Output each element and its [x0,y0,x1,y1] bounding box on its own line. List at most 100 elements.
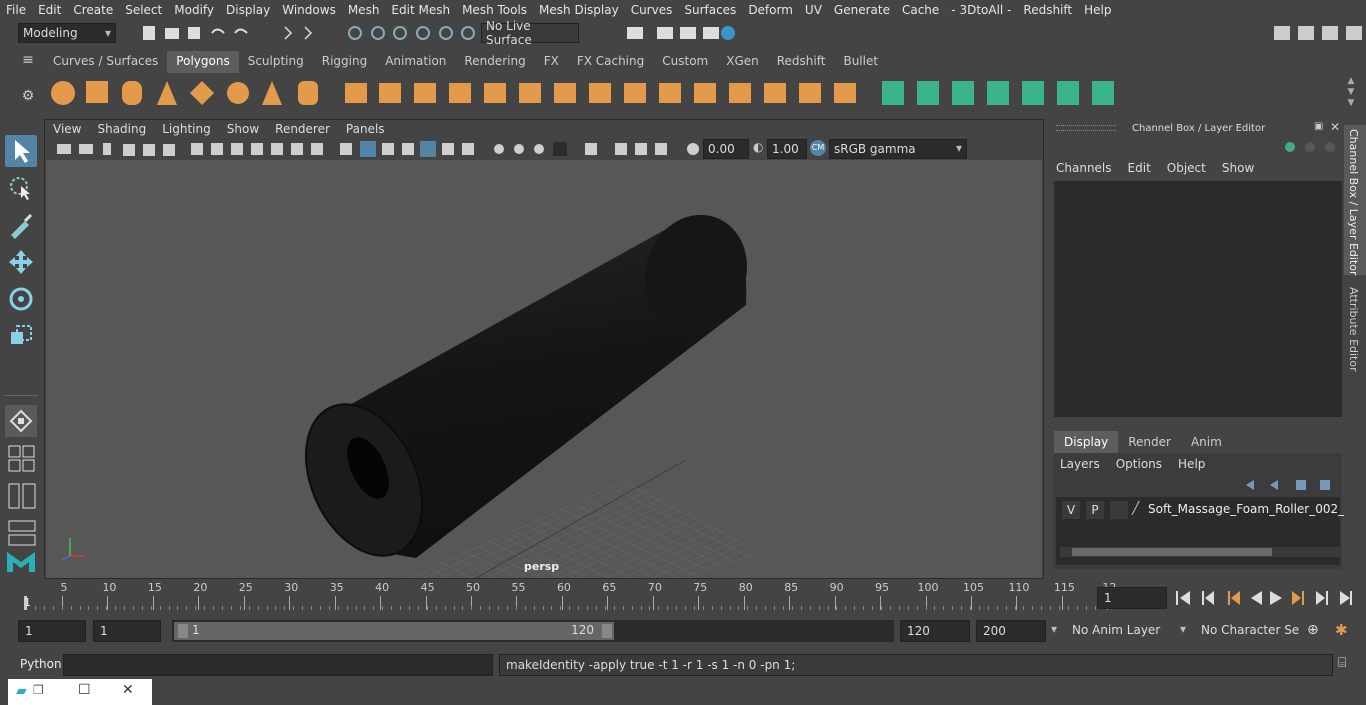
layer-row[interactable]: V P ╱ Soft_Massage_Foam_Roller_002_layer [1060,501,1366,521]
layer-menu-layers[interactable]: Layers [1060,457,1100,471]
menu-redshift[interactable]: Redshift [1017,3,1078,17]
layer-tab-anim[interactable]: Anim [1181,431,1232,453]
menu-deform[interactable]: Deform [742,3,799,17]
range-handle-start-grip[interactable] [178,624,188,638]
shelf-tab-redshift[interactable]: Redshift [768,51,835,73]
shelf-tab-polygons[interactable]: Polygons [167,51,239,73]
range-slider[interactable]: 1 120 [172,620,894,642]
shelf-tab-sculpting[interactable]: Sculpting [239,51,313,73]
viewport-menu-panels[interactable]: Panels [338,120,393,138]
playback-end-field[interactable]: 120 [900,620,970,642]
menu-uv[interactable]: UV [799,3,828,17]
menu-help[interactable]: Help [1078,3,1117,17]
channel-list[interactable] [1054,181,1342,417]
tab-attribute-editor[interactable]: Attribute Editor [1344,281,1366,381]
viewport-menu-lighting[interactable]: Lighting [154,120,219,138]
3d-viewport[interactable]: persp [46,160,1042,578]
menu-curves[interactable]: Curves [625,3,679,17]
channel-menu-edit[interactable]: Edit [1128,161,1151,175]
menu-surfaces[interactable]: Surfaces [678,3,742,17]
restore-icon[interactable]: ❐ [33,683,44,697]
color-management-icon[interactable]: CM [810,140,826,156]
exposure-field[interactable]: 0.00 [703,139,749,159]
menu-select[interactable]: Select [119,3,168,17]
gamma-field[interactable]: 1.00 [767,139,807,159]
mode-selector[interactable]: Modeling ▾ [18,23,116,43]
layer-menu-help[interactable]: Help [1178,457,1205,471]
shelf-tab-rendering[interactable]: Rendering [455,51,534,73]
close-icon[interactable]: ✕ [1330,120,1340,134]
menu-mesh[interactable]: Mesh [342,3,386,17]
animation-end-field[interactable]: 200 [976,620,1046,642]
menu-create[interactable]: Create [67,3,119,17]
menu-edit-mesh[interactable]: Edit Mesh [385,3,456,17]
animation-start-field[interactable]: 1 [18,620,86,642]
layer-playback-toggle[interactable]: P [1086,501,1104,519]
live-surface-field[interactable]: No Live Surface [481,19,579,47]
menu-edit[interactable]: Edit [32,3,67,17]
menu-file[interactable]: File [0,3,32,17]
layer-tab-render[interactable]: Render [1118,431,1181,453]
current-frame-field[interactable]: 1 [1097,587,1167,609]
menu-modify[interactable]: Modify [168,3,220,17]
auto-key-icon[interactable]: ⊕ [1307,622,1325,640]
colorspace-dropdown[interactable]: sRGB gamma ▾ [829,139,967,159]
close-icon[interactable]: ✕ [122,682,134,698]
shelf-tab-curves-surfaces[interactable]: Curves / Surfaces [44,51,167,73]
lasso-tool-icon[interactable] [5,172,37,204]
tab-channel-box[interactable]: Channel Box / Layer Editor [1344,125,1366,276]
shelf-tab-xgen[interactable]: XGen [717,51,768,73]
menu-display[interactable]: Display [220,3,276,17]
channel-menu-channels[interactable]: Channels [1056,161,1112,175]
shelf-menu-icon[interactable]: ≡ [18,52,38,72]
scale-tool-icon[interactable] [5,320,37,352]
rotate-tool-icon[interactable] [5,283,37,315]
anim-layer-dropdown[interactable]: No Anim Layer [1066,620,1170,642]
menu-mesh-display[interactable]: Mesh Display [533,3,625,17]
layer-type-toggle[interactable] [1110,501,1128,519]
panel-drag-handle[interactable] [1056,125,1116,131]
command-language-label[interactable]: Python [20,657,62,671]
layer-scrollbar-thumb[interactable] [1072,548,1272,556]
select-tool-icon[interactable] [5,135,37,167]
layer-color-swatch[interactable]: ╱ [1132,501,1146,519]
playback-start-field[interactable]: 1 [93,620,161,642]
layout-single-icon[interactable] [5,405,37,437]
menu-mesh-tools[interactable]: Mesh Tools [456,3,533,17]
menu-cache[interactable]: Cache [896,3,945,17]
menu-generate[interactable]: Generate [828,3,896,17]
shelf-tab-animation[interactable]: Animation [376,51,455,73]
minimized-window[interactable]: ▰ ❐ ☐ ✕ [8,679,152,705]
float-panel-icon[interactable]: ▣ [1314,121,1323,132]
character-set-dropdown[interactable]: No Character Set [1195,620,1299,642]
viewport-menu-show[interactable]: Show [219,120,267,138]
viewport-menu-shading[interactable]: Shading [89,120,154,138]
chevron-down-icon[interactable]: ▾ [1180,622,1186,636]
shelf-settings-icon[interactable]: ⚙ [18,88,38,108]
paint-select-tool-icon[interactable] [5,209,37,241]
menu--3dtoall-[interactable]: - 3DtoAll - [945,3,1017,17]
move-tool-icon[interactable] [5,246,37,278]
script-editor-icon[interactable]: ⌸ [1338,655,1358,675]
shelf-tab-bullet[interactable]: Bullet [834,51,887,73]
shelf-tab-rigging[interactable]: Rigging [313,51,376,73]
viewport-menu-renderer[interactable]: Renderer [267,120,338,138]
layer-menu-options[interactable]: Options [1116,457,1162,471]
layer-tab-display[interactable]: Display [1054,431,1119,453]
animation-preferences-icon[interactable]: ✱ [1335,621,1355,641]
command-input[interactable] [63,654,493,676]
shelf-tab-custom[interactable]: Custom [653,51,717,73]
viewport-menu-view[interactable]: View [45,120,89,138]
layout-four-icon[interactable] [5,442,37,474]
range-slider-handle[interactable]: 1 120 [174,622,614,640]
range-handle-end-grip[interactable] [602,624,612,638]
shelf-scroll-arrows[interactable]: ▲ ▼ ▼ [1344,76,1358,110]
layer-scrollbar[interactable] [1060,547,1340,557]
channel-menu-show[interactable]: Show [1222,161,1254,175]
layer-visibility-toggle[interactable]: V [1062,501,1080,519]
menu-windows[interactable]: Windows [276,3,342,17]
chevron-down-icon[interactable]: ▾ [1051,622,1057,636]
time-slider[interactable]: 5 10 15 20 25 30 35 40 45 50 55 60 65 70 75 80 85 90 95 100… [18,580,1116,612]
shelf-tab-fx[interactable]: FX [535,51,568,73]
channel-menu-object[interactable]: Object [1167,161,1206,175]
